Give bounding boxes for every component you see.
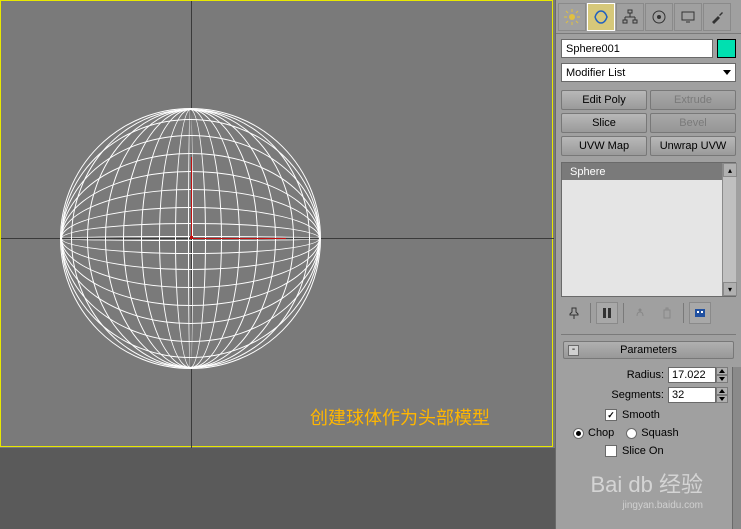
smooth-checkbox[interactable]: ✓ bbox=[605, 409, 617, 421]
object-color-swatch[interactable] bbox=[717, 39, 736, 58]
modifier-stack[interactable]: Sphere ▴ ▾ bbox=[561, 162, 736, 297]
segments-spinner-up[interactable] bbox=[716, 387, 728, 395]
slice-on-checkbox[interactable] bbox=[605, 445, 617, 457]
panel-tabs bbox=[556, 0, 741, 34]
tab-utilities[interactable] bbox=[703, 3, 731, 31]
stack-scrollbar[interactable]: ▴ ▾ bbox=[722, 163, 736, 296]
edit-poly-button[interactable]: Edit Poly bbox=[561, 90, 647, 110]
uvw-map-button[interactable]: UVW Map bbox=[561, 136, 647, 156]
chevron-down-icon bbox=[723, 70, 731, 75]
separator bbox=[683, 303, 684, 323]
radius-input[interactable] bbox=[668, 367, 716, 383]
segments-spinner-down[interactable] bbox=[716, 395, 728, 403]
modifier-list-dropdown[interactable]: Modifier List bbox=[561, 63, 736, 82]
panel-scrollbar[interactable] bbox=[732, 367, 741, 529]
radius-spinner-down[interactable] bbox=[716, 375, 728, 383]
scroll-up-button[interactable]: ▴ bbox=[723, 163, 737, 177]
gizmo-y-axis[interactable] bbox=[191, 157, 192, 238]
slice-button[interactable]: Slice bbox=[561, 113, 647, 133]
segments-input[interactable] bbox=[668, 387, 716, 403]
tab-display[interactable] bbox=[674, 3, 702, 31]
viewport-front[interactable]: 创建球体作为头部模型 bbox=[0, 0, 553, 447]
parameters-rollout: - Parameters Radius: Segments: bbox=[563, 341, 734, 457]
viewport-area: 创建球体作为头部模型 bbox=[0, 0, 555, 529]
separator bbox=[590, 303, 591, 323]
viewport-bottom[interactable] bbox=[0, 448, 555, 529]
gizmo-x-axis[interactable] bbox=[191, 238, 286, 239]
object-name-input[interactable] bbox=[561, 39, 713, 58]
chop-label: Chop bbox=[588, 427, 614, 439]
gizmo-origin[interactable] bbox=[190, 236, 193, 239]
make-unique-icon[interactable] bbox=[629, 302, 651, 324]
modifier-button-grid: Edit Poly Extrude Slice Bevel UVW Map Un… bbox=[561, 90, 736, 156]
squash-radio[interactable] bbox=[626, 428, 637, 439]
slice-on-label: Slice On bbox=[622, 445, 664, 457]
tab-modify[interactable] bbox=[587, 3, 615, 31]
scroll-down-button[interactable]: ▾ bbox=[723, 282, 737, 296]
radius-label: Radius: bbox=[627, 369, 664, 381]
stack-tools bbox=[561, 297, 736, 332]
tab-motion[interactable] bbox=[645, 3, 673, 31]
unwrap-uvw-button[interactable]: Unwrap UVW bbox=[650, 136, 736, 156]
collapse-icon[interactable]: - bbox=[568, 345, 579, 356]
tab-create[interactable] bbox=[558, 3, 586, 31]
pin-stack-icon[interactable] bbox=[563, 302, 585, 324]
rollout-title: Parameters bbox=[564, 344, 733, 356]
show-end-result-icon[interactable] bbox=[596, 302, 618, 324]
command-panel: Modifier List Edit Poly Extrude Slice Be… bbox=[555, 0, 741, 529]
extrude-button[interactable]: Extrude bbox=[650, 90, 736, 110]
squash-label: Squash bbox=[641, 427, 678, 439]
segments-label: Segments: bbox=[611, 389, 664, 401]
radius-spinner-up[interactable] bbox=[716, 367, 728, 375]
smooth-label: Smooth bbox=[622, 409, 660, 421]
tab-hierarchy[interactable] bbox=[616, 3, 644, 31]
chop-radio[interactable] bbox=[573, 428, 584, 439]
annotation-text: 创建球体作为头部模型 bbox=[310, 404, 490, 430]
configure-sets-icon[interactable] bbox=[689, 302, 711, 324]
rollout-header[interactable]: - Parameters bbox=[563, 341, 734, 359]
bevel-button[interactable]: Bevel bbox=[650, 113, 736, 133]
separator bbox=[623, 303, 624, 323]
modifier-list-label: Modifier List bbox=[566, 67, 625, 79]
stack-item-sphere[interactable]: Sphere bbox=[562, 163, 736, 180]
divider bbox=[561, 334, 736, 335]
remove-modifier-icon[interactable] bbox=[656, 302, 678, 324]
